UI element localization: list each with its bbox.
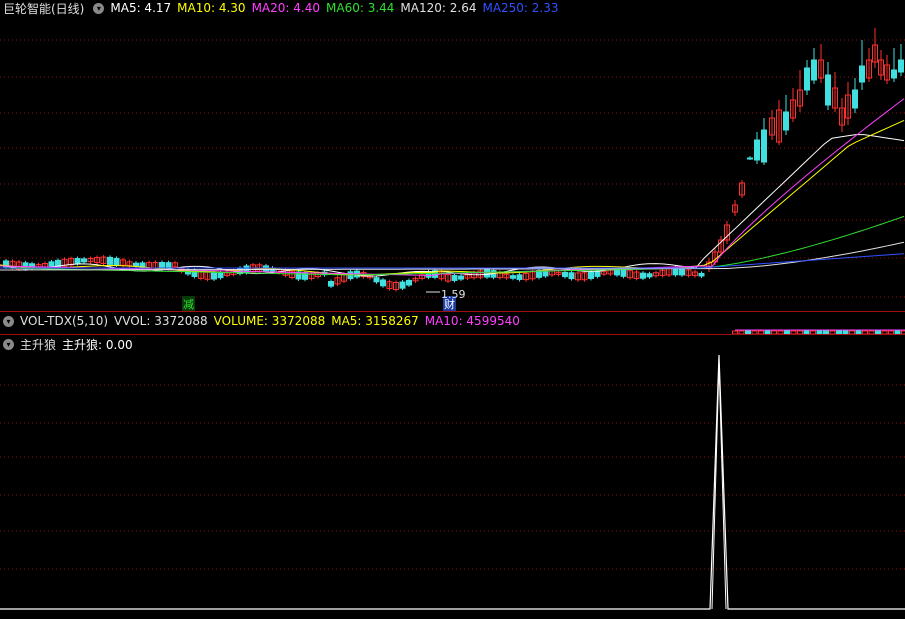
candle-down [620, 269, 627, 277]
candle-down [754, 139, 760, 161]
candle-down [646, 273, 653, 278]
signal-line-chart [0, 354, 905, 610]
volume-legend: VVOL: 3372088 VOLUME: 3372088 MA5: 3158267… [114, 314, 526, 328]
candle-down [825, 74, 831, 106]
candle-down [594, 271, 601, 277]
ma-legend-item-0: MA5: 4.17 [110, 1, 172, 15]
ma-legend-item-3: MA60: 3.44 [326, 1, 395, 15]
candle-down [811, 59, 817, 81]
ma-legend: MA5: 4.17 MA10: 4.30 MA20: 4.40 MA60: 3.44 M… [110, 1, 564, 15]
candle-down [217, 272, 224, 279]
candle-down [113, 257, 120, 266]
candle-down [510, 275, 516, 279]
volume-legend-item-2: MA5: 3158267 [331, 314, 419, 328]
chevron-down-icon[interactable]: ▾ [3, 338, 14, 350]
stock-title: 巨轮智能(日线) [3, 1, 85, 16]
candle-down [451, 274, 458, 281]
ma5-line [0, 134, 905, 277]
candle-down [891, 69, 897, 79]
low-price-label: 1.59 [441, 288, 466, 301]
ma-legend-item-1: MA10: 4.30 [177, 1, 246, 15]
candle-down [588, 271, 594, 279]
volume-panel[interactable]: ▾ VOL-TDX(5,10) VVOL: 3372088 VOLUME: 337… [0, 312, 905, 334]
volume-legend-item-1: VOLUME: 3372088 [213, 314, 326, 328]
candle-down [107, 256, 113, 265]
candle-down [133, 262, 139, 267]
candle-down [898, 59, 904, 73]
chevron-down-icon[interactable]: ▾ [3, 315, 14, 327]
volume-legend-item-3: MA10: 4599540 [424, 314, 520, 328]
candle-down [458, 275, 464, 280]
candle-down [859, 65, 865, 83]
candle-down [562, 271, 568, 278]
candle-down [640, 272, 646, 279]
candle-down [568, 272, 575, 280]
price-panel[interactable]: 巨轮智能(日线) ▾ MA5: 4.17 MA10: 4.30 MA20: 4.40… [0, 0, 905, 311]
chevron-down-icon[interactable]: ▾ [93, 2, 105, 14]
ma-legend-item-5: MA250: 2.33 [482, 1, 559, 15]
candle-down [852, 89, 858, 109]
candle-down [484, 269, 490, 278]
signal-indicator-name: 主升狼 [20, 337, 57, 352]
signal-header: ▾ 主升狼 主升狼: 0.00 [0, 336, 139, 352]
candle-down [81, 258, 87, 263]
candle-down [761, 129, 767, 163]
price-header: 巨轮智能(日线) ▾ MA5: 4.17 MA10: 4.30 MA20: 4.40… [0, 0, 571, 16]
candle-down [698, 272, 705, 277]
volume-header: ▾ VOL-TDX(5,10) VVOL: 3372088 VOLUME: 337… [0, 313, 532, 329]
candlestick-chart[interactable] [0, 0, 905, 311]
candle-down [74, 258, 81, 264]
volume-legend-item-0: VVOL: 3372088 [114, 314, 208, 328]
signal-line [0, 354, 905, 610]
candle-down [373, 277, 380, 283]
candle-down [804, 67, 810, 91]
candle-down [380, 279, 386, 287]
candle-down [747, 157, 753, 160]
candle-down [614, 268, 620, 276]
candle-down [211, 272, 217, 280]
candle-down [399, 281, 406, 289]
ma20-line [0, 98, 905, 277]
ma-legend-item-2: MA20: 4.40 [251, 1, 320, 15]
candle-down [516, 274, 523, 280]
candle-down [783, 111, 789, 131]
ma-legend-item-4: MA120: 2.64 [400, 1, 477, 15]
candle-down [328, 281, 334, 287]
candle-down [679, 267, 685, 276]
signal-value: 主升狼: 0.00 [62, 337, 133, 352]
candle-down [406, 279, 412, 286]
signal-panel[interactable]: ▾ 主升狼 主升狼: 0.00 [0, 335, 905, 619]
marker-reduce[interactable]: 减 [182, 296, 195, 311]
volume-indicator-name: VOL-TDX(5,10) [20, 314, 109, 328]
